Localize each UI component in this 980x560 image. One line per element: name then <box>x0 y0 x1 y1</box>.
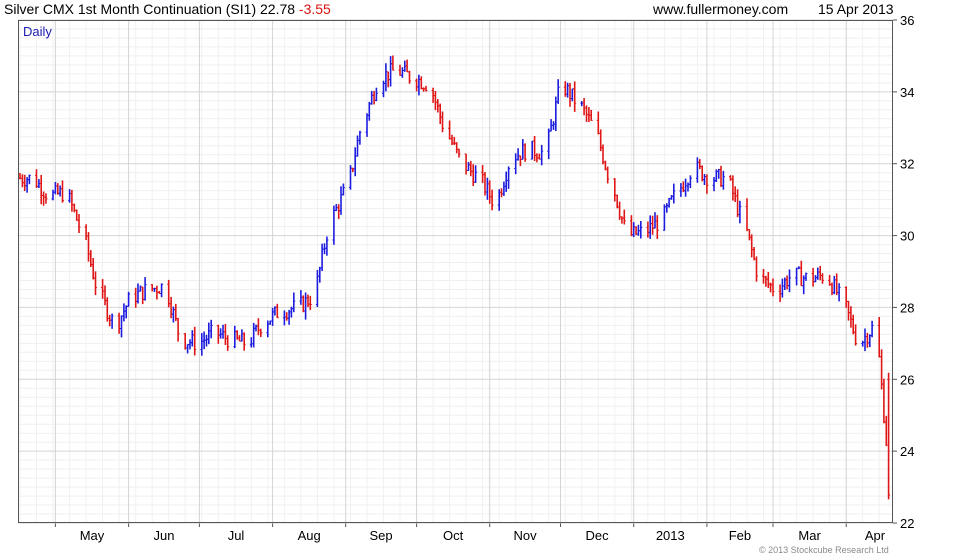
y-tick-label: 34 <box>900 85 914 100</box>
x-tick-label: Apr <box>865 528 886 543</box>
x-tick-label: Nov <box>514 528 538 543</box>
y-tick-label: 28 <box>900 300 914 315</box>
price-chart: May Jun Jul Aug Sep Oct Nov Dec 2013 Feb Mar Apr 22 2… <box>18 13 914 543</box>
x-tick-label: Mar <box>798 528 821 543</box>
y-tick-label: 26 <box>900 372 914 387</box>
y-tick-label: 36 <box>900 13 914 28</box>
interval-label: Daily <box>23 24 52 39</box>
x-tick-label: Dec <box>586 528 610 543</box>
y-tick-label: 22 <box>900 516 914 531</box>
x-tick-label: Jul <box>228 528 245 543</box>
x-tick-label: May <box>80 528 105 543</box>
copyright-credit: © 2013 Stockcube Research Ltd <box>759 545 889 555</box>
x-tick-label: Oct <box>443 528 464 543</box>
x-tick-label: Feb <box>729 528 751 543</box>
x-tick-label: Aug <box>298 528 321 543</box>
y-tick-label: 32 <box>900 157 914 172</box>
x-tick-label: Jun <box>154 528 175 543</box>
x-tick-label: Sep <box>370 528 393 543</box>
y-tick-label: 30 <box>900 229 914 244</box>
x-tick-label: 2013 <box>656 528 685 543</box>
y-tick-label: 24 <box>900 444 914 459</box>
